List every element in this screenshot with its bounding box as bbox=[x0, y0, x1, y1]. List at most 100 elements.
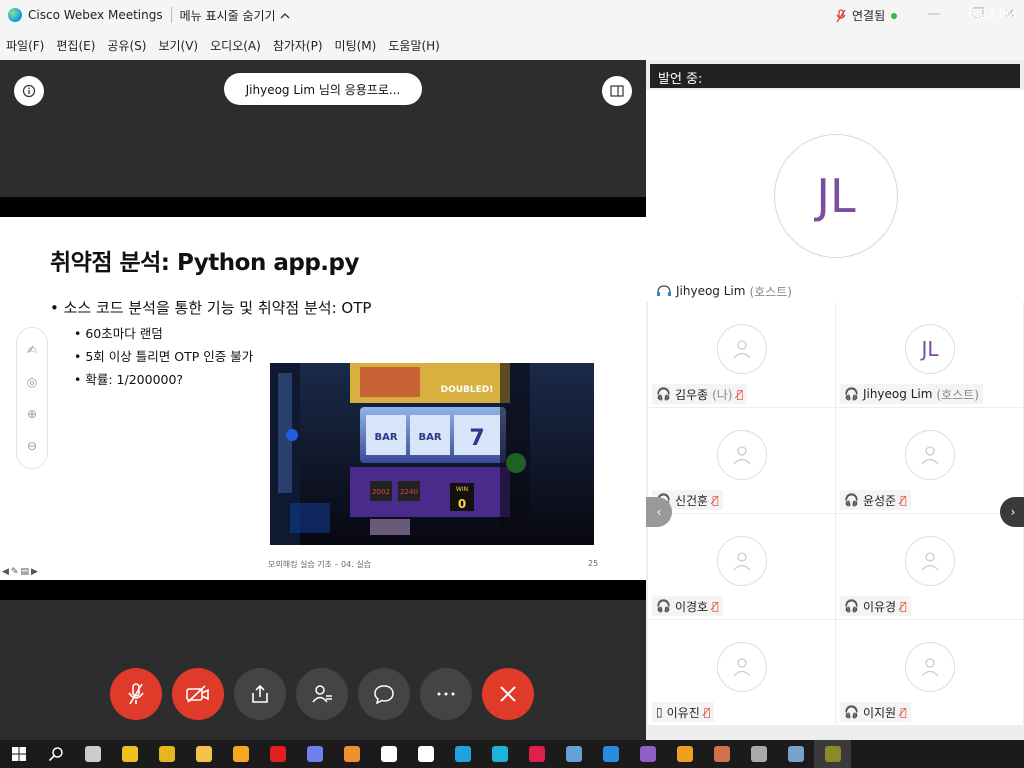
participant-tile[interactable]: 🎧 김우종 (나) 🎙̸ bbox=[648, 302, 835, 407]
headset-icon: 🎧 bbox=[844, 705, 859, 719]
participant-name: 이지원 bbox=[862, 705, 897, 720]
media-player-icon[interactable] bbox=[259, 740, 296, 768]
l-app-icon[interactable] bbox=[444, 740, 481, 768]
git-icon[interactable] bbox=[111, 740, 148, 768]
webex-meeting-icon[interactable] bbox=[814, 740, 851, 768]
file-explorer-icon-glyph bbox=[195, 746, 212, 762]
mic-muted-icon bbox=[836, 8, 846, 22]
slide-menu-icon[interactable]: ▤ bbox=[20, 567, 29, 577]
remote-control-icon[interactable]: ◎ bbox=[27, 375, 37, 389]
leave-meeting-button[interactable] bbox=[482, 668, 534, 720]
avatar-app-icon[interactable] bbox=[703, 740, 740, 768]
file-explorer-icon[interactable] bbox=[185, 740, 222, 768]
debian-icon[interactable] bbox=[518, 740, 555, 768]
taskbar-clock[interactable]: 6:23 PM bbox=[968, 7, 1016, 21]
pen-tool-icon[interactable]: ✎ bbox=[11, 567, 19, 577]
menu-audio[interactable]: 오디오(A) bbox=[210, 37, 261, 54]
mute-button[interactable] bbox=[110, 668, 162, 720]
zoom-out-icon[interactable]: ⊖ bbox=[27, 439, 37, 453]
participant-tile[interactable]: 🎧 이지원 🎙̸ bbox=[836, 620, 1023, 725]
cmd-icon[interactable] bbox=[74, 740, 111, 768]
minimize-button[interactable]: — bbox=[924, 6, 944, 22]
avatar-app-icon-glyph bbox=[713, 746, 730, 762]
avatar bbox=[717, 642, 767, 692]
photo-doubled-text: DOUBLED! bbox=[441, 385, 494, 395]
fiddler-icon[interactable] bbox=[666, 740, 703, 768]
visual-studio-icon[interactable] bbox=[629, 740, 666, 768]
more-options-button[interactable] bbox=[420, 668, 472, 720]
close-icon bbox=[500, 686, 516, 702]
wing-icon-glyph bbox=[602, 746, 619, 762]
database-icon-glyph bbox=[750, 746, 767, 762]
title-separator bbox=[170, 7, 172, 23]
share-button[interactable] bbox=[234, 668, 286, 720]
database-icon[interactable] bbox=[740, 740, 777, 768]
participant-name: 김우종 bbox=[674, 387, 709, 402]
windows-taskbar bbox=[0, 740, 1024, 768]
participant-tile[interactable]: 🎧 이경호 🎙̸ bbox=[648, 514, 835, 619]
grid-next-button[interactable]: › bbox=[1000, 497, 1024, 527]
sharing-indicator[interactable]: Jihyeog Lim 님의 응용프로... bbox=[224, 73, 422, 105]
sublime-icon[interactable] bbox=[333, 740, 370, 768]
app-title: Cisco Webex Meetings bbox=[28, 8, 163, 22]
mic-muted-icon: 🎙̸ bbox=[703, 705, 711, 719]
slide-footer: 모의해킹 실습 기초 – 04. 실습 bbox=[268, 560, 372, 569]
participants-button[interactable] bbox=[296, 668, 348, 720]
zoom-in-icon[interactable]: ⊕ bbox=[27, 407, 37, 421]
chat-icon bbox=[374, 685, 394, 704]
photo-reel-bar-middle: BAR bbox=[418, 432, 441, 443]
menu-file[interactable]: 파일(F) bbox=[6, 37, 44, 54]
meeting-info-button[interactable] bbox=[14, 76, 44, 106]
mic-muted-icon: 🎙̸ bbox=[712, 493, 719, 507]
prev-slide-icon[interactable]: ◀ bbox=[2, 567, 9, 577]
start-icon[interactable] bbox=[0, 740, 37, 768]
menu-help[interactable]: 도움말(H) bbox=[388, 37, 440, 54]
participant-name: 이유경 bbox=[862, 599, 897, 614]
chrome-icon[interactable] bbox=[148, 740, 185, 768]
webex-taskbar-icon[interactable] bbox=[481, 740, 518, 768]
mic-muted-icon: 🎙̸ bbox=[900, 599, 907, 613]
honeyview-icon[interactable] bbox=[222, 740, 259, 768]
menu-meeting[interactable]: 미팅(M) bbox=[335, 37, 377, 54]
debian-icon-glyph bbox=[528, 746, 545, 762]
avatar bbox=[717, 324, 767, 374]
participant-name: 신건훈 bbox=[674, 493, 709, 508]
wireshark-icon-glyph bbox=[565, 746, 582, 762]
participant-tile[interactable]: 🎧 이유경 🎙̸ bbox=[836, 514, 1023, 619]
menu-edit[interactable]: 편집(E) bbox=[56, 37, 95, 54]
wing-icon[interactable] bbox=[592, 740, 629, 768]
wireshark-icon[interactable] bbox=[555, 740, 592, 768]
hide-menu-button[interactable]: 메뉴 표시줄 숨기기 bbox=[180, 7, 290, 24]
layout-toggle-button[interactable] bbox=[602, 76, 632, 106]
slot-machine-illustration: DOUBLED! BAR BAR 7 2002 2240 WIN 0 bbox=[270, 363, 594, 545]
share-icon bbox=[252, 684, 268, 703]
video-button[interactable] bbox=[172, 668, 224, 720]
active-speaker-avatar: JL bbox=[774, 134, 898, 258]
virtualbox-icon[interactable] bbox=[777, 740, 814, 768]
chat-button[interactable] bbox=[358, 668, 410, 720]
discord-icon[interactable] bbox=[296, 740, 333, 768]
photo-reel-seven: 7 bbox=[469, 426, 484, 451]
notion-icon[interactable] bbox=[370, 740, 407, 768]
menu-view[interactable]: 보기(V) bbox=[158, 37, 198, 54]
slide-title: 취약점 분석: Python app.py bbox=[50, 250, 359, 276]
participant-tile[interactable]: ▯ 이유진 🎙̸ bbox=[648, 620, 835, 725]
menu-participants[interactable]: 참가자(P) bbox=[273, 37, 323, 54]
panel-layout-icon bbox=[610, 85, 624, 97]
search-icon[interactable] bbox=[37, 740, 74, 768]
participant-tile[interactable]: JL 🎧 Jihyeog Lim (호스트) bbox=[836, 302, 1023, 407]
pen-annotate-icon[interactable]: ✍ bbox=[27, 343, 37, 357]
participant-tile[interactable]: 🎧 윤성준 🎙̸ bbox=[836, 408, 1023, 513]
mic-muted-icon: 🎙̸ bbox=[736, 387, 744, 401]
more-icon bbox=[437, 692, 455, 696]
webex-meeting-icon-glyph bbox=[824, 746, 841, 762]
participant-tile[interactable]: 🎧신건훈🎙̸ bbox=[648, 408, 835, 513]
photo-bet-display: 2240 bbox=[400, 488, 418, 496]
speaker-role-text: (호스트) bbox=[749, 284, 792, 299]
typora-icon[interactable] bbox=[407, 740, 444, 768]
connection-status[interactable]: 연결됨 bbox=[836, 7, 898, 24]
menu-share[interactable]: 공유(S) bbox=[107, 37, 146, 54]
participant-name-tag: 🎧 김우종 (나) 🎙̸ bbox=[652, 384, 748, 404]
next-slide-icon[interactable]: ▶ bbox=[31, 567, 38, 577]
discord-icon-glyph bbox=[306, 746, 323, 762]
